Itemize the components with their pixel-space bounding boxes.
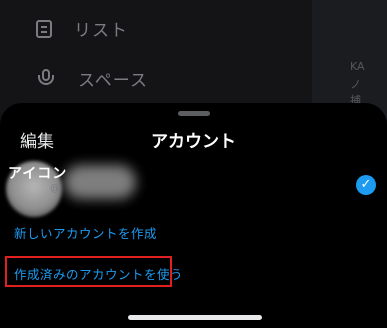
menu-item-label: リスト	[74, 21, 128, 41]
microphone-icon	[36, 68, 56, 89]
timeline-background: KA ノ 捕	[312, 0, 387, 120]
create-new-account-link[interactable]: 新しいアカウントを作成	[14, 223, 157, 242]
sheet-grabber[interactable]	[178, 111, 210, 116]
home-indicator	[128, 315, 262, 320]
menu-item-lists[interactable]: リスト	[36, 16, 128, 41]
background-text-fragment: KA	[350, 60, 365, 73]
account-name: アイコン	[8, 166, 68, 182]
use-existing-account-link[interactable]: 作成済みのアカウントを使う	[14, 264, 183, 283]
list-icon	[36, 19, 52, 38]
account-handle: @	[50, 183, 60, 194]
menu-item-label: スペース	[78, 71, 148, 91]
checkmark-icon: ✓	[356, 175, 376, 195]
menu-item-spaces[interactable]: スペース	[36, 66, 148, 91]
sheet-title: アカウント	[151, 132, 236, 152]
account-bottom-sheet: 編集 アカウント アイコン @ ✓ 新しいアカウントを作成 作成済みのアカウント…	[0, 103, 387, 328]
blurred-account-info	[64, 165, 136, 199]
background-text-fragment: ノ	[350, 78, 361, 91]
